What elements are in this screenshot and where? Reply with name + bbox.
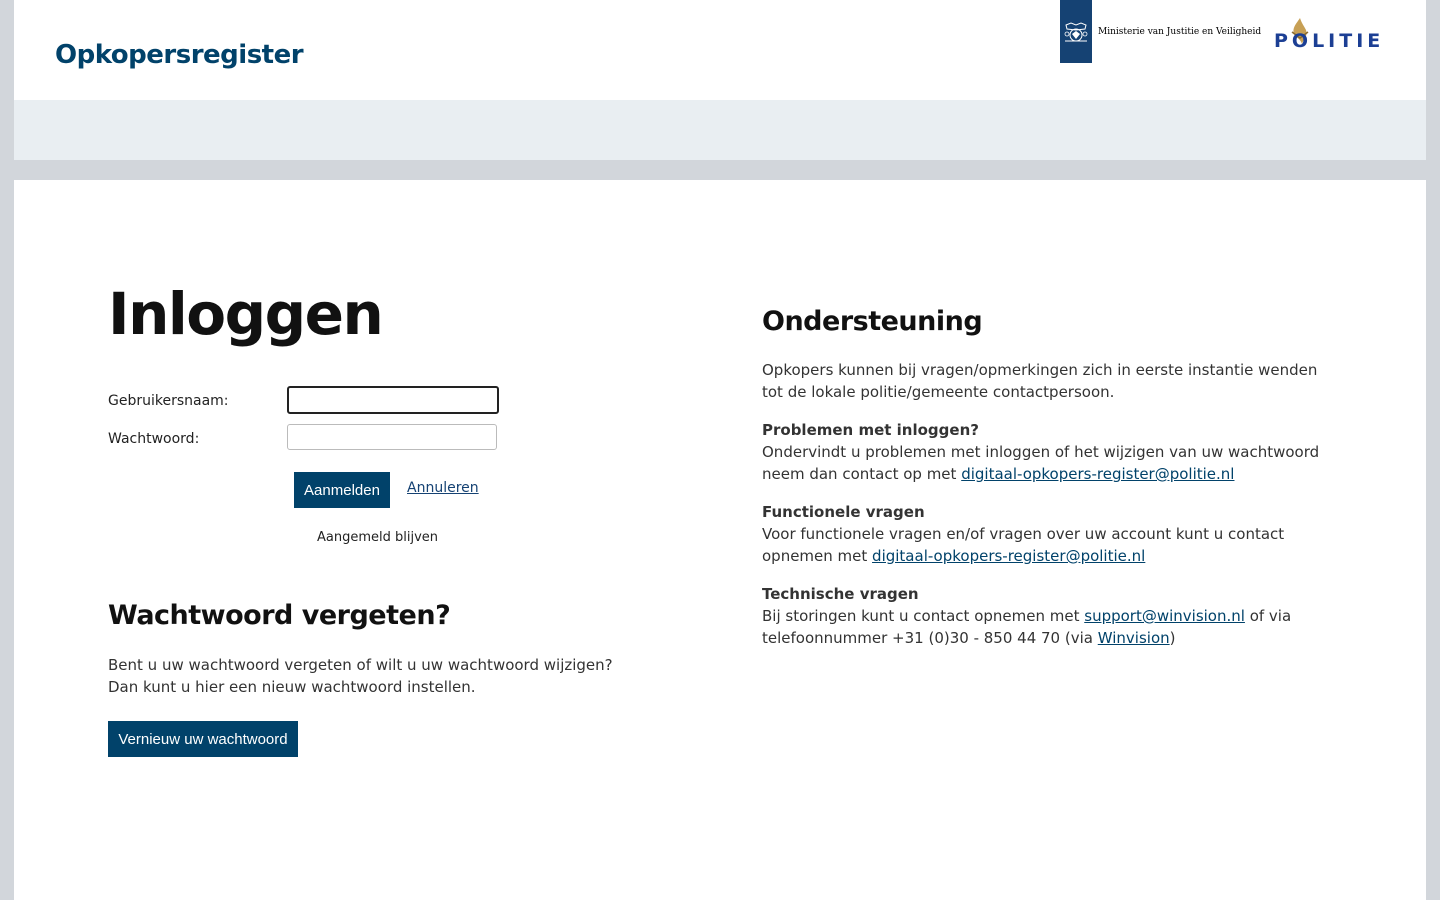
username-input[interactable]	[287, 386, 499, 414]
rijkswapen-icon	[1060, 0, 1092, 63]
site-title[interactable]: Opkopersregister	[55, 40, 304, 70]
login-problems-email-link[interactable]: digitaal-opkopers-register@politie.nl	[961, 465, 1234, 483]
forgot-password-title: Wachtwoord vergeten?	[108, 600, 451, 631]
password-label: Wachtwoord:	[108, 431, 200, 447]
functional-questions-section: Functionele vragen Voor functionele vrag…	[762, 501, 1342, 567]
functional-questions-heading: Functionele vragen	[762, 503, 925, 521]
forgot-password-text-line1: Bent u uw wachtwoord vergeten of wilt u …	[108, 656, 613, 674]
support-title: Ondersteuning	[762, 306, 983, 337]
politie-logo-text: POLITIE	[1274, 30, 1385, 52]
support-email-link[interactable]: support@winvision.nl	[1084, 607, 1245, 625]
renew-password-button[interactable]: Vernieuw uw wachtwoord	[108, 721, 298, 757]
login-problems-section: Problemen met inloggen? Ondervindt u pro…	[762, 419, 1342, 485]
login-problems-heading: Problemen met inloggen?	[762, 421, 979, 439]
technical-questions-heading: Technische vragen	[762, 585, 919, 603]
login-title: Inloggen	[108, 280, 384, 348]
winvision-link[interactable]: Winvision	[1098, 629, 1170, 647]
technical-questions-text-after: )	[1169, 629, 1176, 647]
page-frame: Opkopersregister Ministerie van Justitie…	[14, 0, 1426, 900]
ministerie-logo[interactable]: Ministerie van Justitie en Veiligheid	[1060, 0, 1261, 63]
technical-questions-text-before: Bij storingen kunt u contact opnemen met	[762, 607, 1085, 625]
main-content: Inloggen Gebruikersnaam: Wachtwoord: Aan…	[14, 180, 1426, 900]
politie-logo[interactable]: POLITIE	[1274, 16, 1384, 58]
cancel-link[interactable]: Annuleren	[407, 480, 479, 496]
technical-questions-section: Technische vragen Bij storingen kunt u c…	[762, 583, 1342, 649]
password-input[interactable]	[287, 424, 497, 450]
remember-me-label[interactable]: Aangemeld blijven	[317, 530, 438, 545]
functional-questions-email-link[interactable]: digitaal-opkopers-register@politie.nl	[872, 547, 1145, 565]
support-intro: Opkopers kunnen bij vragen/opmerkingen z…	[762, 361, 1318, 401]
navigation-band	[14, 100, 1426, 160]
site-header: Opkopersregister Ministerie van Justitie…	[14, 0, 1426, 100]
ministerie-logo-text: Ministerie van Justitie en Veiligheid	[1098, 26, 1262, 37]
username-label: Gebruikersnaam:	[108, 393, 229, 409]
login-submit-button[interactable]: Aanmelden	[294, 472, 390, 508]
forgot-password-text-line2: Dan kunt u hier een nieuw wachtwoord ins…	[108, 678, 476, 696]
